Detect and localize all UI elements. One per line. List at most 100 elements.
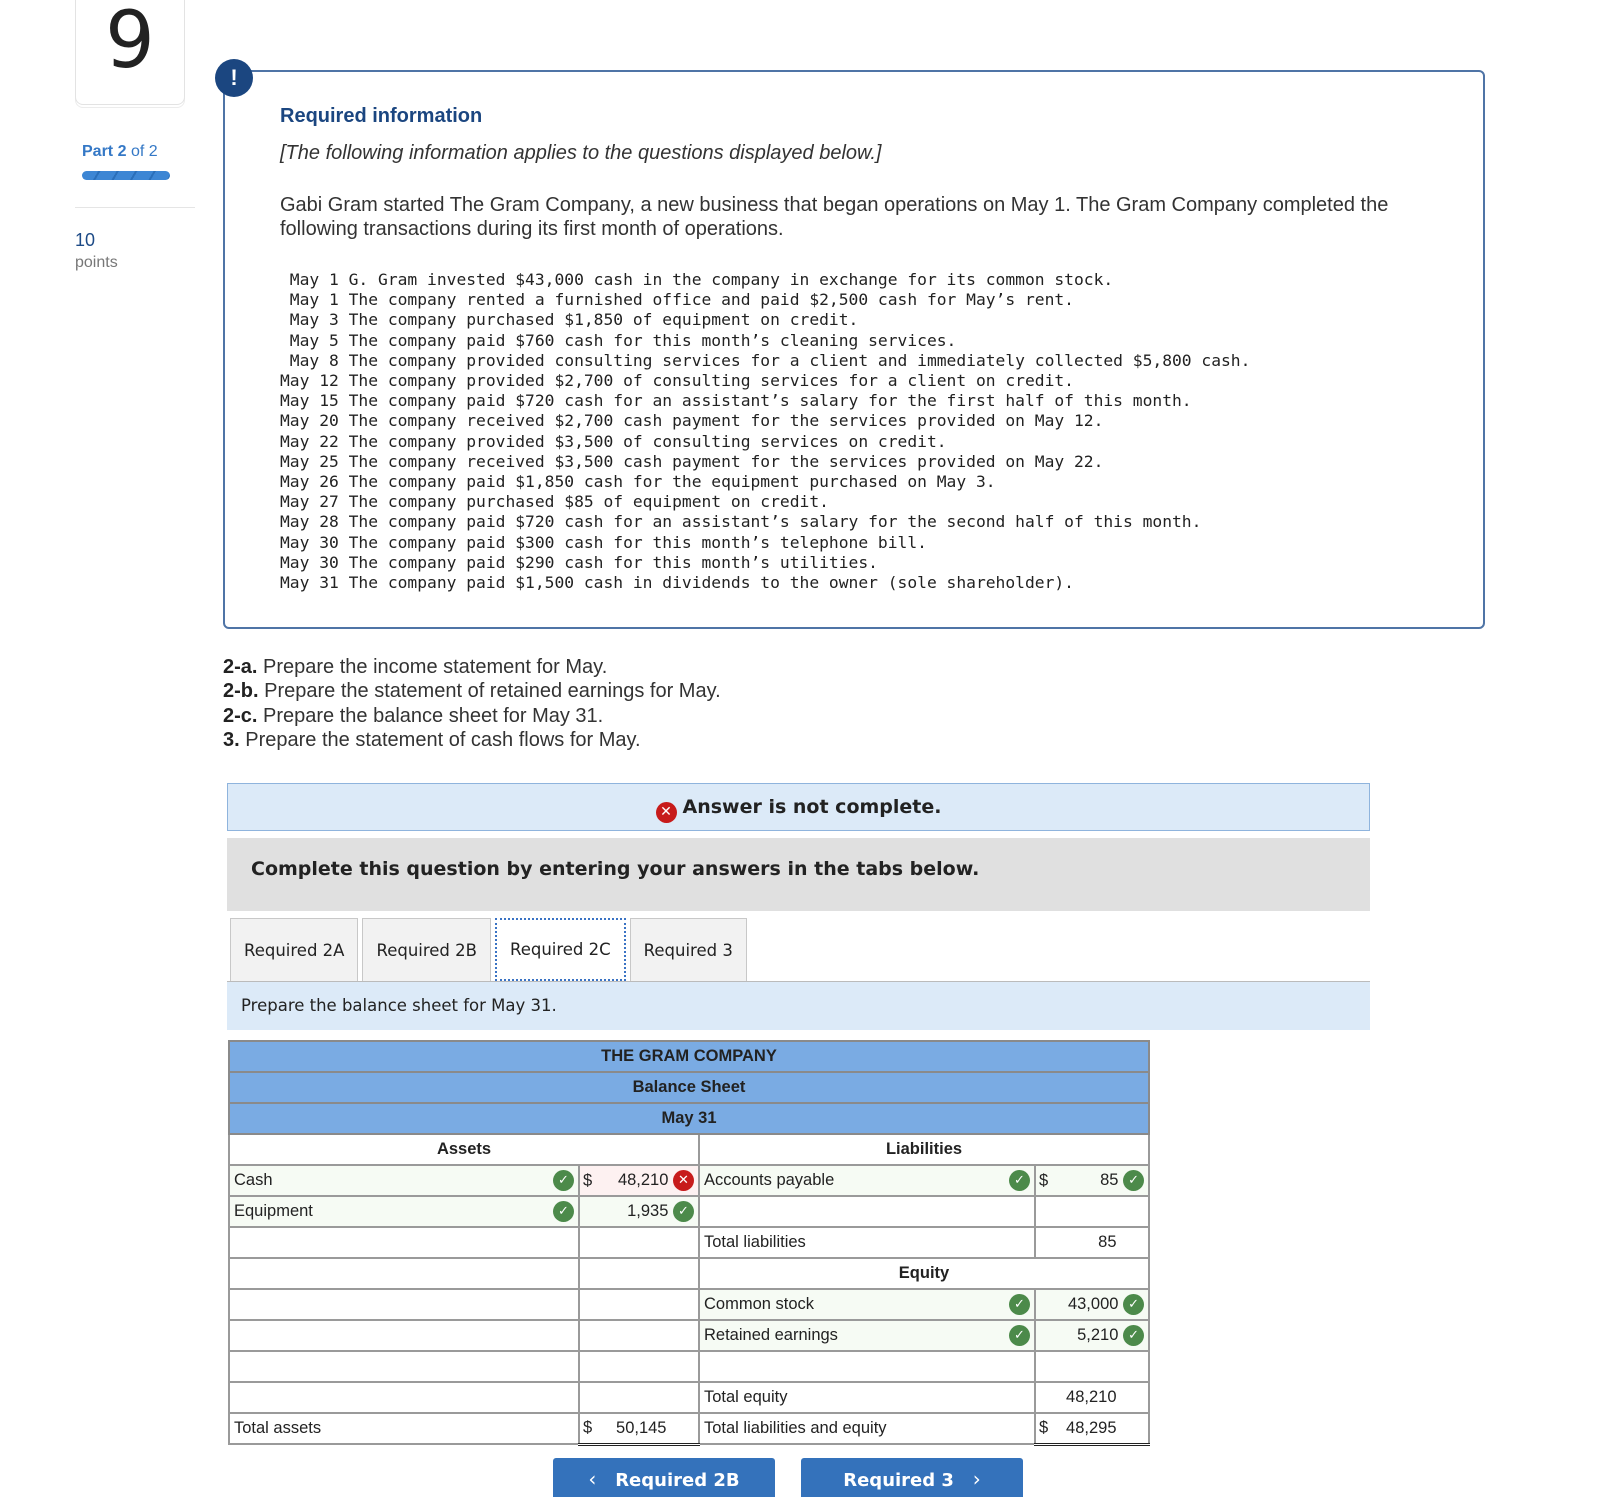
requirements-list: 2-a. Prepare the income statement for Ma… — [223, 655, 721, 752]
asset-amount-input[interactable] — [578, 1257, 700, 1290]
equipment-label-input[interactable]: Equipment ✓ — [228, 1195, 580, 1228]
tab-bar: Required 2A Required 2B Required 2C Requ… — [230, 918, 747, 981]
tab-required-2c[interactable]: Required 2C — [494, 918, 626, 981]
transaction-line: May 26 The company paid $1,850 cash for … — [280, 472, 996, 492]
retained-earnings-amount-input[interactable]: 5,210 ✓ — [1033, 1319, 1151, 1352]
transaction-line: May 30 The company paid $300 cash for th… — [280, 532, 927, 552]
transaction-line: May 3 The company purchased $1,850 of eq… — [280, 310, 859, 330]
answer-status-banner: ✕ Answer is not complete. — [227, 783, 1370, 831]
question-number: 9 — [105, 0, 155, 86]
total-liabilities-label: Total liabilities — [698, 1226, 1036, 1259]
transaction-line: May 25 The company received $3,500 cash … — [280, 451, 1104, 471]
part-indicator: Part 2 of 2 — [82, 143, 158, 160]
check-icon: ✓ — [673, 1201, 694, 1222]
retained-earnings-label-input[interactable]: Retained earnings ✓ — [698, 1319, 1036, 1352]
table-row: Equipment ✓ 1,935 ✓ — [228, 1195, 1151, 1228]
required-info-title: Required information — [280, 105, 483, 127]
total-assets-label: Total assets — [228, 1412, 580, 1445]
liability-amount-input[interactable] — [1033, 1195, 1151, 1228]
part-progress-bar — [82, 171, 170, 180]
requirement-item: 3. Prepare the statement of cash flows f… — [223, 728, 641, 751]
liabilities-header: Liabilities — [697, 1133, 1151, 1166]
sidebar-divider — [75, 207, 195, 208]
tab-required-3[interactable]: Required 3 — [629, 918, 747, 981]
liability-label-input[interactable] — [698, 1195, 1036, 1228]
cash-label-input[interactable]: Cash ✓ — [228, 1164, 580, 1197]
asset-amount-input[interactable] — [578, 1319, 700, 1352]
exclamation-icon: ! — [215, 59, 253, 97]
asset-amount-input[interactable] — [578, 1350, 700, 1383]
transaction-line: May 12 The company provided $2,700 of co… — [280, 371, 1074, 391]
asset-label-input[interactable] — [228, 1226, 580, 1259]
statement-title: Balance Sheet — [227, 1071, 1151, 1104]
total-liabilities-value: 85 — [1033, 1226, 1151, 1259]
transaction-line: May 15 The company paid $720 cash for an… — [280, 391, 1192, 411]
transaction-line: May 1 The company rented a furnished off… — [280, 290, 1074, 310]
chevron-right-icon: › — [972, 1467, 981, 1491]
requirement-item: 2-c. Prepare the balance sheet for May 3… — [223, 704, 604, 727]
transaction-line: May 31 The company paid $1,500 cash in d… — [280, 573, 1074, 593]
table-row: Total liabilities 85 — [228, 1226, 1151, 1259]
transaction-line: May 8 The company provided consulting se… — [280, 350, 1251, 370]
asset-label-input[interactable] — [228, 1257, 580, 1290]
assets-header: Assets — [228, 1133, 700, 1166]
next-required-3-button[interactable]: Required 3 › — [801, 1458, 1023, 1497]
total-liabilities-equity-value: $48,295 — [1033, 1412, 1151, 1446]
total-liabilities-equity-label: Total liabilities and equity — [698, 1412, 1036, 1445]
common-stock-amount-input[interactable]: 43,000 ✓ — [1033, 1288, 1151, 1321]
check-icon: ✓ — [1123, 1294, 1145, 1315]
requirement-item: 2-b. Prepare the statement of retained e… — [223, 680, 721, 703]
prev-required-2b-button[interactable]: ‹ Required 2B — [553, 1458, 775, 1497]
cash-amount-input[interactable]: $48,210 ✕ — [578, 1164, 700, 1197]
common-stock-label-input[interactable]: Common stock ✓ — [698, 1288, 1036, 1321]
x-circle-icon: ✕ — [655, 802, 677, 823]
tab-required-2b[interactable]: Required 2B — [362, 918, 491, 981]
table-row: Equity — [228, 1257, 1151, 1290]
check-icon: ✓ — [1123, 1325, 1145, 1346]
equity-label-input[interactable] — [698, 1350, 1036, 1383]
status-message: Answer is not complete. — [682, 796, 942, 818]
asset-label-input[interactable] — [228, 1381, 580, 1414]
required-info-subtitle: [The following information applies to th… — [280, 142, 882, 164]
asset-label-input[interactable] — [228, 1350, 580, 1383]
transaction-line: May 20 The company received $2,700 cash … — [280, 411, 1104, 431]
transaction-line: May 5 The company paid $760 cash for thi… — [280, 330, 957, 350]
table-row: Cash ✓ $48,210 ✕ Accounts payable ✓ $85 ✓ — [228, 1164, 1151, 1197]
instruction-banner: Complete this question by entering your … — [227, 838, 1370, 911]
transactions-list: May 1 G. Gram invested $43,000 cash in t… — [280, 270, 1250, 593]
accounts-payable-amount-input[interactable]: $85 ✓ — [1033, 1164, 1151, 1197]
tab-required-2a[interactable]: Required 2A — [230, 918, 359, 981]
requirement-item: 2-a. Prepare the income statement for Ma… — [223, 656, 608, 678]
total-equity-label: Total equity — [698, 1381, 1036, 1414]
asset-amount-input[interactable] — [578, 1288, 700, 1321]
transaction-line: May 27 The company purchased $85 of equi… — [280, 492, 829, 512]
scenario-intro: Gabi Gram started The Gram Company, a ne… — [280, 194, 1389, 240]
check-icon: ✓ — [1009, 1294, 1030, 1315]
check-icon: ✓ — [1009, 1170, 1030, 1191]
total-assets-value: $50,145 — [578, 1412, 700, 1446]
asset-label-input[interactable] — [228, 1319, 580, 1352]
tab-prompt: Prepare the balance sheet for May 31. — [227, 982, 1370, 1030]
transaction-line: May 28 The company paid $720 cash for an… — [280, 512, 1202, 532]
equipment-amount-input[interactable]: 1,935 ✓ — [578, 1195, 700, 1228]
table-row: Retained earnings ✓ 5,210 ✓ — [228, 1319, 1151, 1352]
statement-date: May 31 — [227, 1102, 1151, 1135]
total-equity-value: 48,210 — [1033, 1381, 1151, 1414]
table-row: Common stock ✓ 43,000 ✓ — [228, 1288, 1151, 1321]
transaction-line: May 30 The company paid $290 cash for th… — [280, 552, 878, 572]
points-label: points — [75, 254, 118, 271]
equity-header: Equity — [697, 1257, 1151, 1290]
accounts-payable-label-input[interactable]: Accounts payable ✓ — [698, 1164, 1036, 1197]
check-icon: ✓ — [553, 1201, 574, 1222]
asset-amount-input[interactable] — [578, 1381, 700, 1414]
asset-label-input[interactable] — [228, 1288, 580, 1321]
question-number-card: 9 — [75, 0, 185, 105]
company-name: THE GRAM COMPANY — [227, 1040, 1151, 1073]
check-icon: ✓ — [553, 1170, 574, 1191]
points-value: 10 — [75, 230, 96, 250]
transaction-line: May 1 G. Gram invested $43,000 cash in t… — [280, 270, 1114, 289]
equity-amount-input[interactable] — [1033, 1350, 1151, 1383]
table-row: Total equity 48,210 — [228, 1381, 1151, 1414]
asset-amount-input[interactable] — [578, 1226, 700, 1259]
transaction-line: May 22 The company provided $3,500 of co… — [280, 431, 947, 451]
